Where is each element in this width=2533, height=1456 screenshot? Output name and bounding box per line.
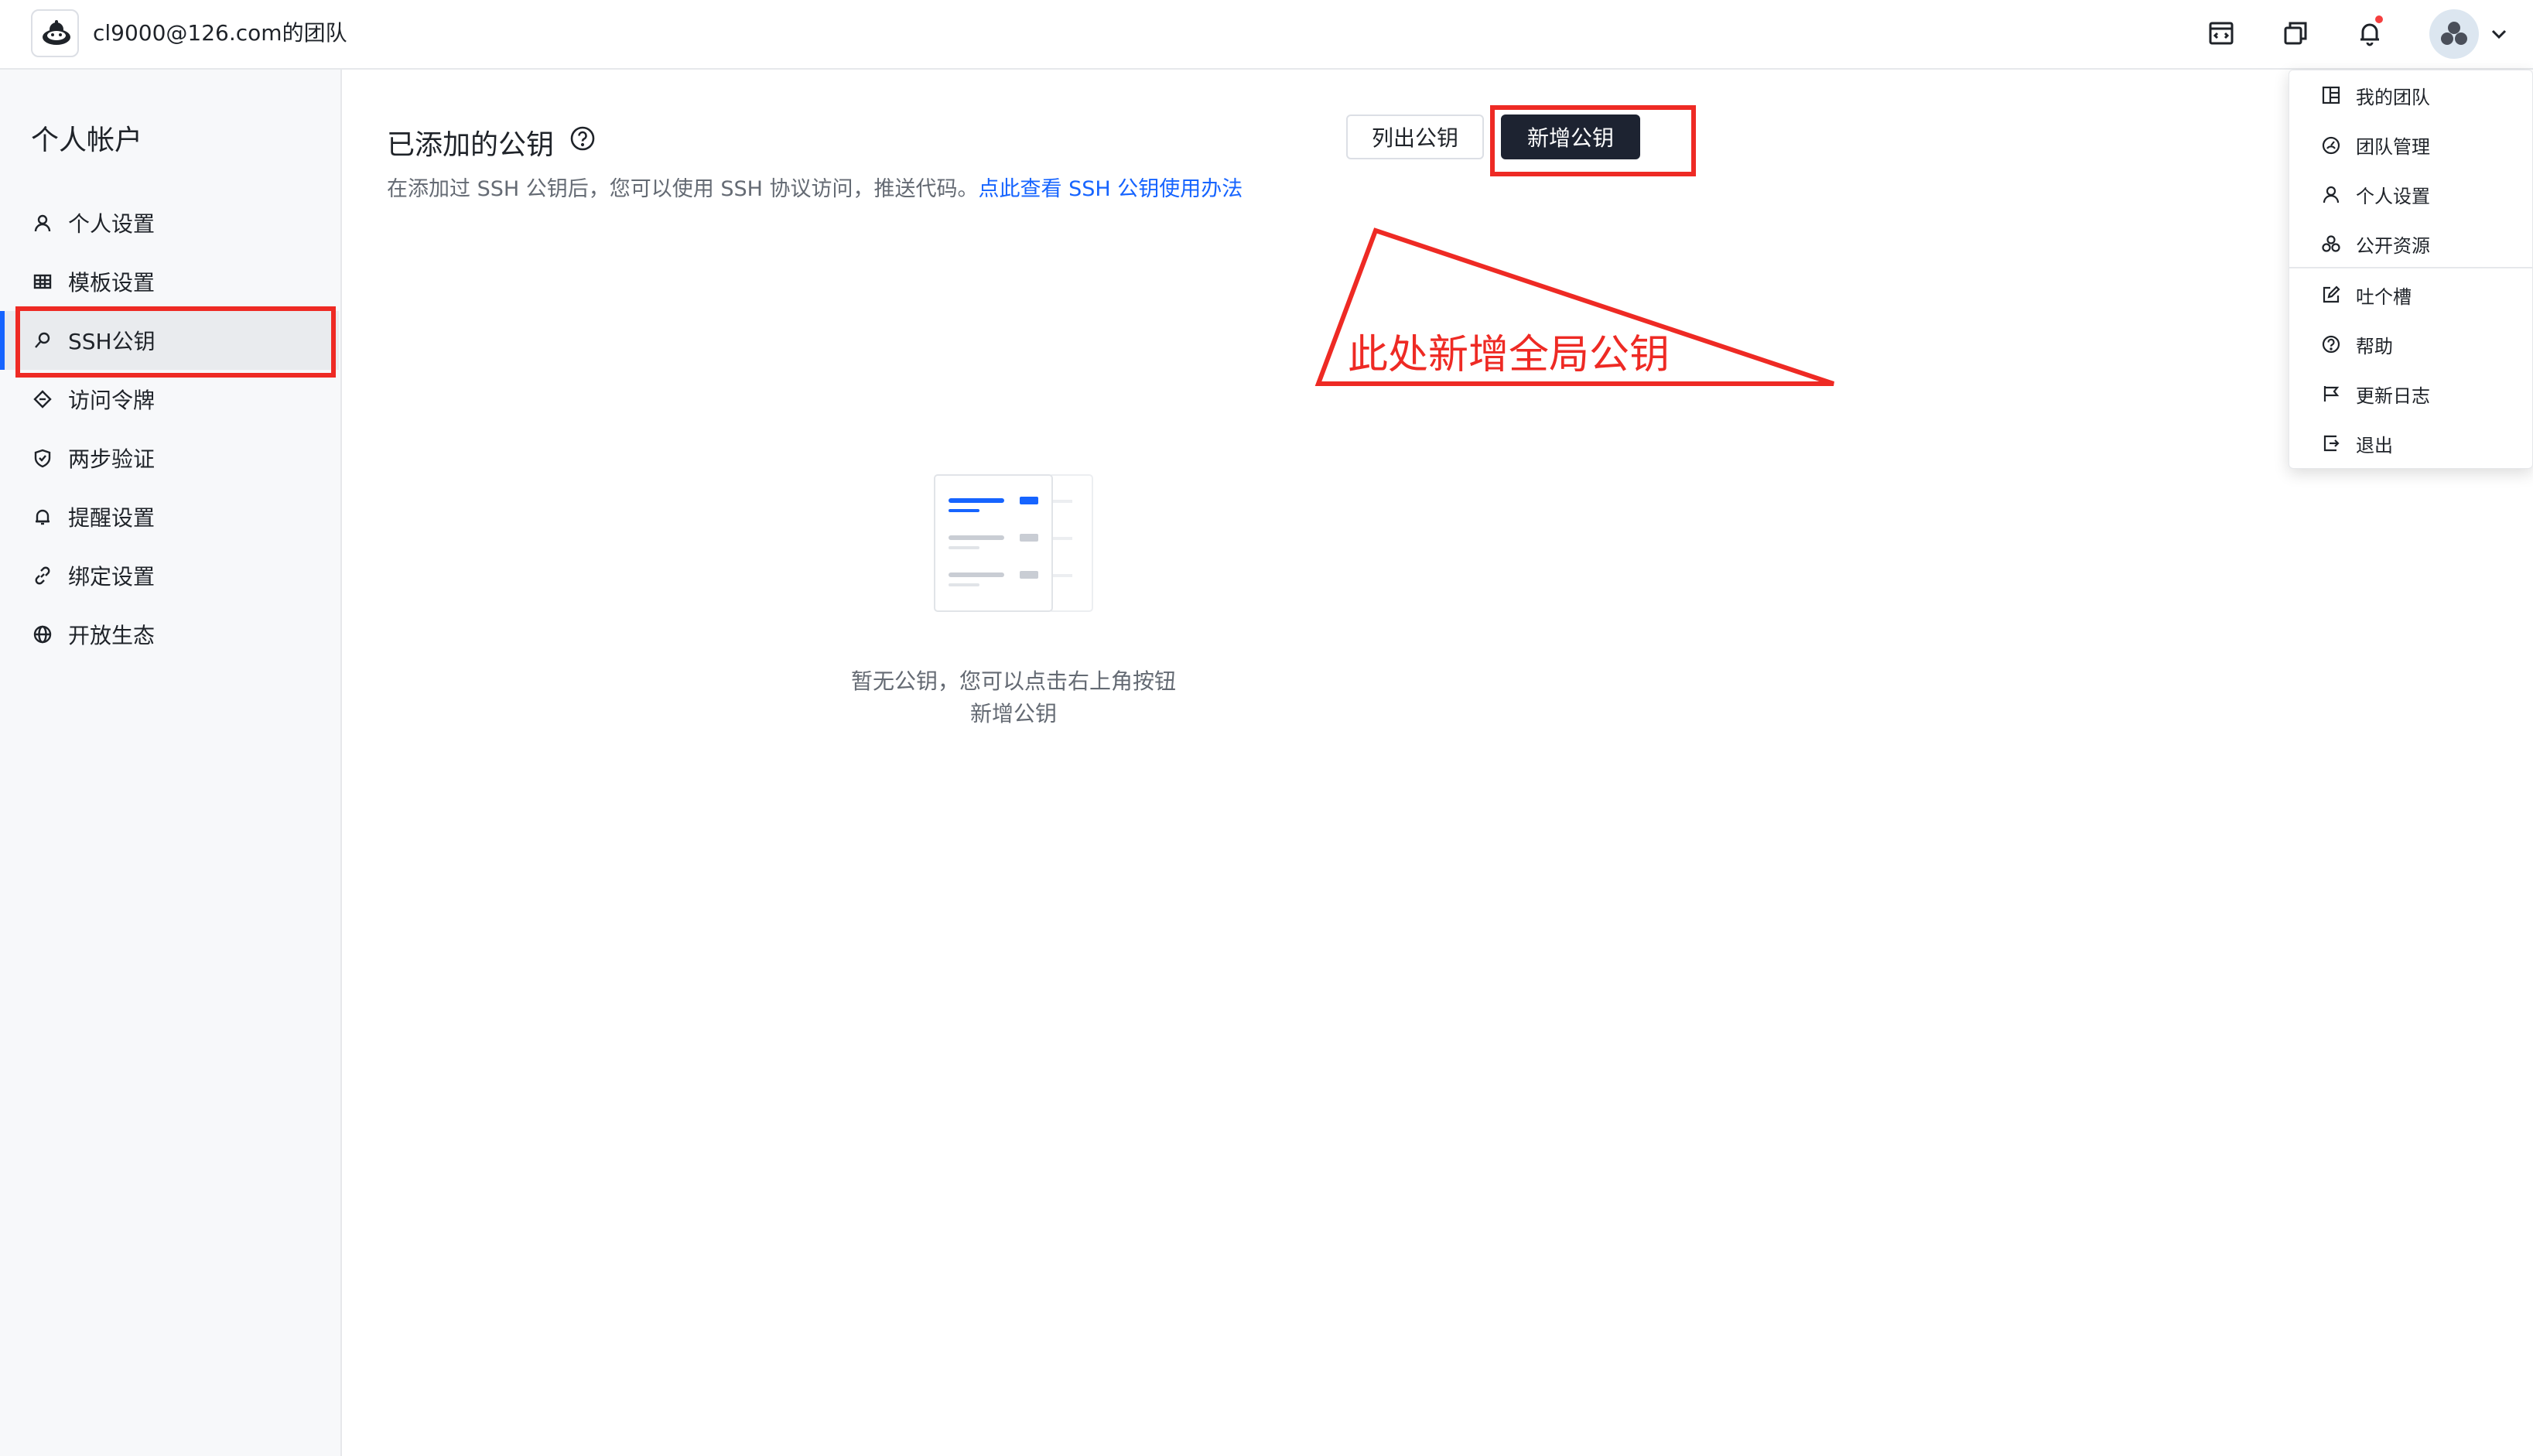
user-icon [31, 211, 54, 234]
team-icon [2320, 84, 2342, 106]
sidebar: 个人帐户 个人设置 模板设置 SSH公钥 访问令牌 两步验证 提醒设置 绑定设置… [0, 70, 342, 1456]
sidebar-item-label: 访问令牌 [68, 388, 156, 413]
sidebar-title: 个人帐户 [31, 125, 143, 156]
sidebar-item-label: 模板设置 [68, 270, 156, 296]
question-circle-icon[interactable] [569, 125, 596, 152]
grid-icon [31, 270, 54, 293]
layout-icon[interactable] [2202, 14, 2241, 53]
sidebar-item-label: 提醒设置 [68, 505, 156, 531]
menu-item-label: 退出 [2356, 434, 2393, 456]
sidebar-item-access-token[interactable]: 访问令牌 [0, 370, 339, 429]
globe-icon [31, 623, 54, 646]
sidebar-item-reminder-settings[interactable]: 提醒设置 [0, 487, 339, 546]
avatar[interactable] [2429, 9, 2479, 59]
menu-item-feedback[interactable]: 吐个槽 [2289, 270, 2533, 320]
annotation-box-add-key [1490, 105, 1696, 176]
sidebar-item-label: 绑定设置 [68, 564, 156, 590]
team-name[interactable]: cl9000@126.com的团队 [93, 14, 347, 53]
empty-state-line-2: 新增公钥 [969, 701, 1057, 726]
menu-item-personal-settings[interactable]: 个人设置 [2289, 169, 2533, 219]
sidebar-item-template-settings[interactable]: 模板设置 [0, 252, 339, 311]
shield-icon [31, 446, 54, 470]
team-logo[interactable] [31, 9, 79, 57]
menu-item-team-management[interactable]: 团队管理 [2289, 120, 2533, 169]
sidebar-item-two-step-verification[interactable]: 两步验证 [0, 429, 339, 487]
chevron-down-icon[interactable] [2487, 22, 2511, 46]
help-icon [2320, 333, 2342, 355]
menu-divider [2289, 267, 2533, 268]
menu-item-label: 个人设置 [2356, 185, 2430, 207]
empty-state-illustration [933, 473, 1096, 620]
cluster-icon [2320, 233, 2342, 255]
description-text: 在添加过 SSH 公钥后，您可以使用 SSH 协议访问，推送代码。 [387, 177, 979, 201]
team-logo-icon [43, 20, 70, 45]
ssh-help-link[interactable]: 点此查看 SSH 公钥使用办法 [979, 177, 1243, 201]
menu-item-logout[interactable]: 退出 [2289, 419, 2533, 468]
menu-item-help[interactable]: 帮助 [2289, 320, 2533, 369]
app-root: cl9000@126.com的团队 个人帐户 个人设置 模板设置 SSH公钥 访… [0, 0, 2533, 1456]
dashboard-icon [2320, 134, 2342, 156]
edit-icon [2320, 284, 2342, 306]
list-keys-button[interactable]: 列出公钥 [1346, 114, 1484, 159]
top-bar: cl9000@126.com的团队 [0, 0, 2533, 70]
user-icon [2320, 183, 2342, 205]
menu-item-changelog[interactable]: 更新日志 [2289, 369, 2533, 419]
sidebar-item-personal-settings[interactable]: 个人设置 [0, 193, 339, 252]
menu-item-label: 团队管理 [2356, 135, 2430, 158]
sidebar-item-label: 开放生态 [68, 623, 156, 648]
user-dropdown-menu: 我的团队 团队管理 个人设置 公开资源 吐个槽 帮助 更新日志 退出 [2289, 70, 2533, 469]
page-description: 在添加过 SSH 公钥后，您可以使用 SSH 协议访问，推送代码。点此查看 SS… [387, 172, 1243, 202]
menu-item-label: 帮助 [2356, 335, 2393, 357]
logout-icon [2320, 432, 2342, 454]
sidebar-item-binding-settings[interactable]: 绑定设置 [0, 546, 339, 605]
sidebar-item-label: 两步验证 [68, 446, 156, 472]
ticket-icon [31, 388, 54, 411]
sidebar-item-label: 个人设置 [68, 211, 156, 237]
menu-item-my-team[interactable]: 我的团队 [2289, 70, 2533, 120]
menu-item-public-resources[interactable]: 公开资源 [2289, 219, 2533, 268]
copy-window-icon[interactable] [2276, 14, 2315, 53]
empty-state-text: 暂无公钥，您可以点击右上角按钮 新增公钥 [774, 665, 1253, 730]
menu-item-label: 吐个槽 [2356, 285, 2412, 308]
bell-icon [31, 505, 54, 528]
menu-item-label: 更新日志 [2356, 385, 2430, 407]
sidebar-item-open-ecosystem[interactable]: 开放生态 [0, 605, 339, 664]
menu-item-label: 我的团队 [2356, 86, 2430, 108]
empty-state-line-1: 暂无公钥，您可以点击右上角按钮 [850, 668, 1176, 694]
annotation-box-ssh-key [15, 306, 336, 378]
link-icon [31, 564, 54, 587]
bell-icon[interactable] [2350, 14, 2389, 53]
flag-icon [2320, 383, 2342, 405]
menu-item-label: 公开资源 [2356, 234, 2430, 257]
annotation-callout-text: 此处新增全局公钥 [1348, 332, 1670, 378]
page-title: 已添加的公钥 [387, 129, 555, 161]
notification-dot [2374, 14, 2384, 25]
